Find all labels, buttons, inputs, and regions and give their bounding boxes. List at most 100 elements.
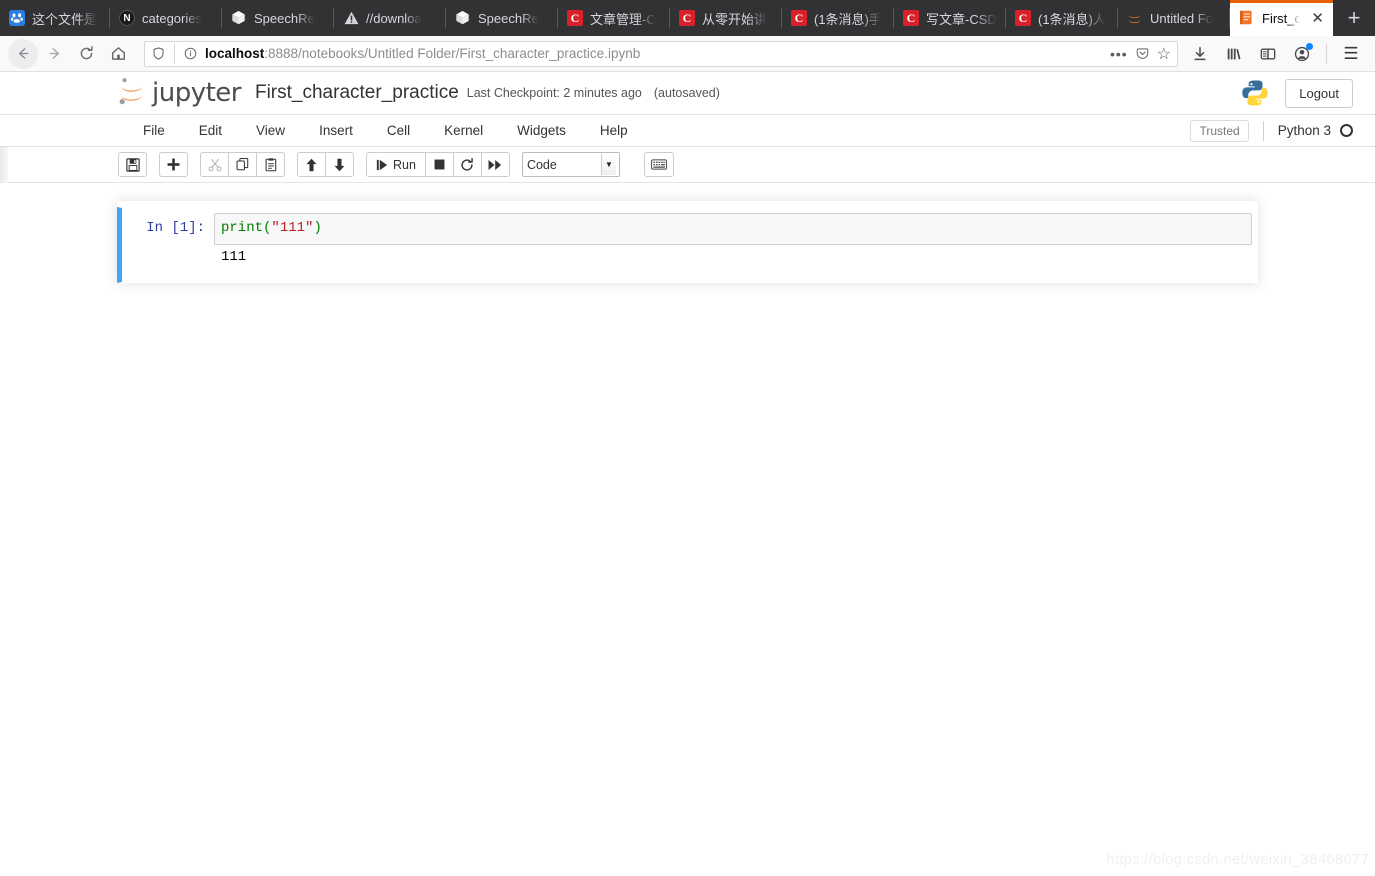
tab-label: Untitled Fo [1150,10,1213,26]
restart-icon [461,157,474,171]
browser-tab-3[interactable]: //downloa [334,0,446,36]
new-tab-button[interactable]: + [1333,0,1375,36]
autosave-status: (autosaved) [653,86,720,100]
pocket-icon[interactable] [1135,46,1150,61]
insert-cell-below-button[interactable] [159,152,188,177]
menu-kernel[interactable]: Kernel [427,115,500,147]
arrow-down-icon [334,158,345,171]
reload-button[interactable] [70,38,102,70]
fast-forward-icon [488,159,502,170]
keyboard-icon [651,159,667,170]
toolbar-group-0 [118,152,147,177]
restart-kernel-button[interactable] [452,152,482,177]
copy-icon [236,157,248,170]
cell-code-editor[interactable]: print("111") [214,213,1252,245]
trusted-badge[interactable]: Trusted [1190,119,1249,142]
menu-insert[interactable]: Insert [302,115,370,147]
jupyter-toolbar: Run Code ▼ [0,147,1375,183]
forward-button[interactable] [38,38,70,70]
browser-tab-8[interactable]: C 写文章-CSD [894,0,1006,36]
toolbar-group-1 [159,152,188,177]
browser-tab-7[interactable]: C (1条消息)手 [782,0,894,36]
jupyter-header: jupyter First_character_practice Last Ch… [0,72,1375,115]
tab-label: categories [142,10,202,26]
page-actions-button[interactable]: ••• [1110,46,1128,62]
bookmark-star-icon[interactable]: ☆ [1157,44,1171,64]
browser-tab-11[interactable]: First_ch ✕ [1230,0,1333,36]
run-button-label: Run [393,157,416,172]
reload-icon [80,46,93,60]
interrupt-kernel-button[interactable] [424,152,454,177]
run-cell-button[interactable]: Run [366,152,426,177]
menubar-status: Trusted Python 3 [1190,119,1353,142]
library-button[interactable] [1218,38,1250,70]
download-icon [1194,46,1206,60]
cell-inner: In [1]: print("111") 111 [122,213,1252,277]
jupyter-page: jupyter First_character_practice Last Ch… [0,72,1375,876]
save-icon [125,157,140,172]
app-menu-button[interactable]: ☰ [1335,38,1367,70]
notebook-cell[interactable]: In [1]: print("111") 111 [117,207,1258,283]
jupyter-logo-link[interactable]: jupyter [118,76,241,111]
tab-label: SpeechRe [478,10,539,26]
home-button[interactable] [102,38,134,70]
browser-tab-5[interactable]: C 文章管理-C [558,0,670,36]
tab-close-button[interactable]: ✕ [1311,11,1324,26]
jupyter-menubar: File Edit View Insert Cell Kernel Widgets Help … [0,115,1375,147]
toolbar-group-4: Run [366,152,510,177]
browser-tab-10[interactable]: Untitled Fo [1118,0,1230,36]
menu-help[interactable]: Help [583,115,645,147]
notebook-cell-list: In [1]: print("111") 111 [117,201,1258,283]
downloads-button[interactable] [1184,38,1216,70]
menu-cell[interactable]: Cell [370,115,427,147]
restart-run-all-button[interactable] [480,152,510,177]
move-cell-up-button[interactable] [297,152,326,177]
tab-label: 文章管理-C [590,11,656,27]
back-button[interactable] [8,38,38,69]
menu-widgets[interactable]: Widgets [500,115,583,147]
browser-tab-6[interactable]: C 从零开始讲 [670,0,782,36]
browser-tab-2[interactable]: SpeechRe [222,0,334,36]
code-token-fn: print [221,220,264,236]
paste-cell-button[interactable] [256,152,285,177]
browser-window: 这个文件是 Ncategories SpeechRe //downloa SpeechR… [0,0,1375,876]
tab-label: (1条消息)手 [814,11,882,27]
code-token-str: "111" [271,220,314,236]
menu-view[interactable]: View [239,115,302,147]
run-icon [376,159,388,170]
library-icon [1227,48,1241,59]
jupyter-header-actions: Logout [1241,78,1353,108]
csdn-icon: C [679,10,695,26]
move-cell-down-button[interactable] [325,152,354,177]
url-text[interactable]: localhost:8888/notebooks/Untitled Folder… [205,46,1103,61]
cut-cell-button[interactable] [200,152,229,177]
logout-button[interactable]: Logout [1285,78,1353,108]
copy-cell-button[interactable] [228,152,257,177]
csdn-icon: C [791,10,807,26]
url-host: localhost [205,46,265,61]
browser-tab-4[interactable]: SpeechRe [446,0,558,36]
cell-type-select[interactable]: Code ▼ [521,152,620,177]
toolbar-divider [1326,43,1327,64]
browser-tab-9[interactable]: C (1条消息)人 [1006,0,1118,36]
kernel-idle-indicator-icon[interactable] [1340,124,1353,137]
tab-label: (1条消息)人 [1038,11,1106,27]
csdn-icon: C [1015,10,1031,26]
info-icon[interactable] [183,46,198,61]
url-bar[interactable]: localhost:8888/notebooks/Untitled Folder… [144,40,1178,67]
shield-icon[interactable] [151,46,166,61]
menu-edit[interactable]: Edit [182,115,239,147]
tab-label: //downloa [366,10,422,26]
account-button[interactable] [1286,38,1318,70]
browser-toolbar-actions: ☰ [1184,38,1367,70]
save-button[interactable] [118,152,147,177]
command-palette-button[interactable] [643,152,674,177]
menu-file[interactable]: File [126,115,182,147]
browser-tab-0[interactable]: 这个文件是 [0,0,110,36]
sidebar-button[interactable] [1252,38,1284,70]
chevron-down-icon[interactable]: ▼ [600,154,616,175]
paste-icon [265,157,276,171]
notebook-name[interactable]: First_character_practice [255,82,459,104]
browser-tab-1[interactable]: Ncategories [110,0,222,36]
cell-code-text: print("111") [221,219,1245,238]
